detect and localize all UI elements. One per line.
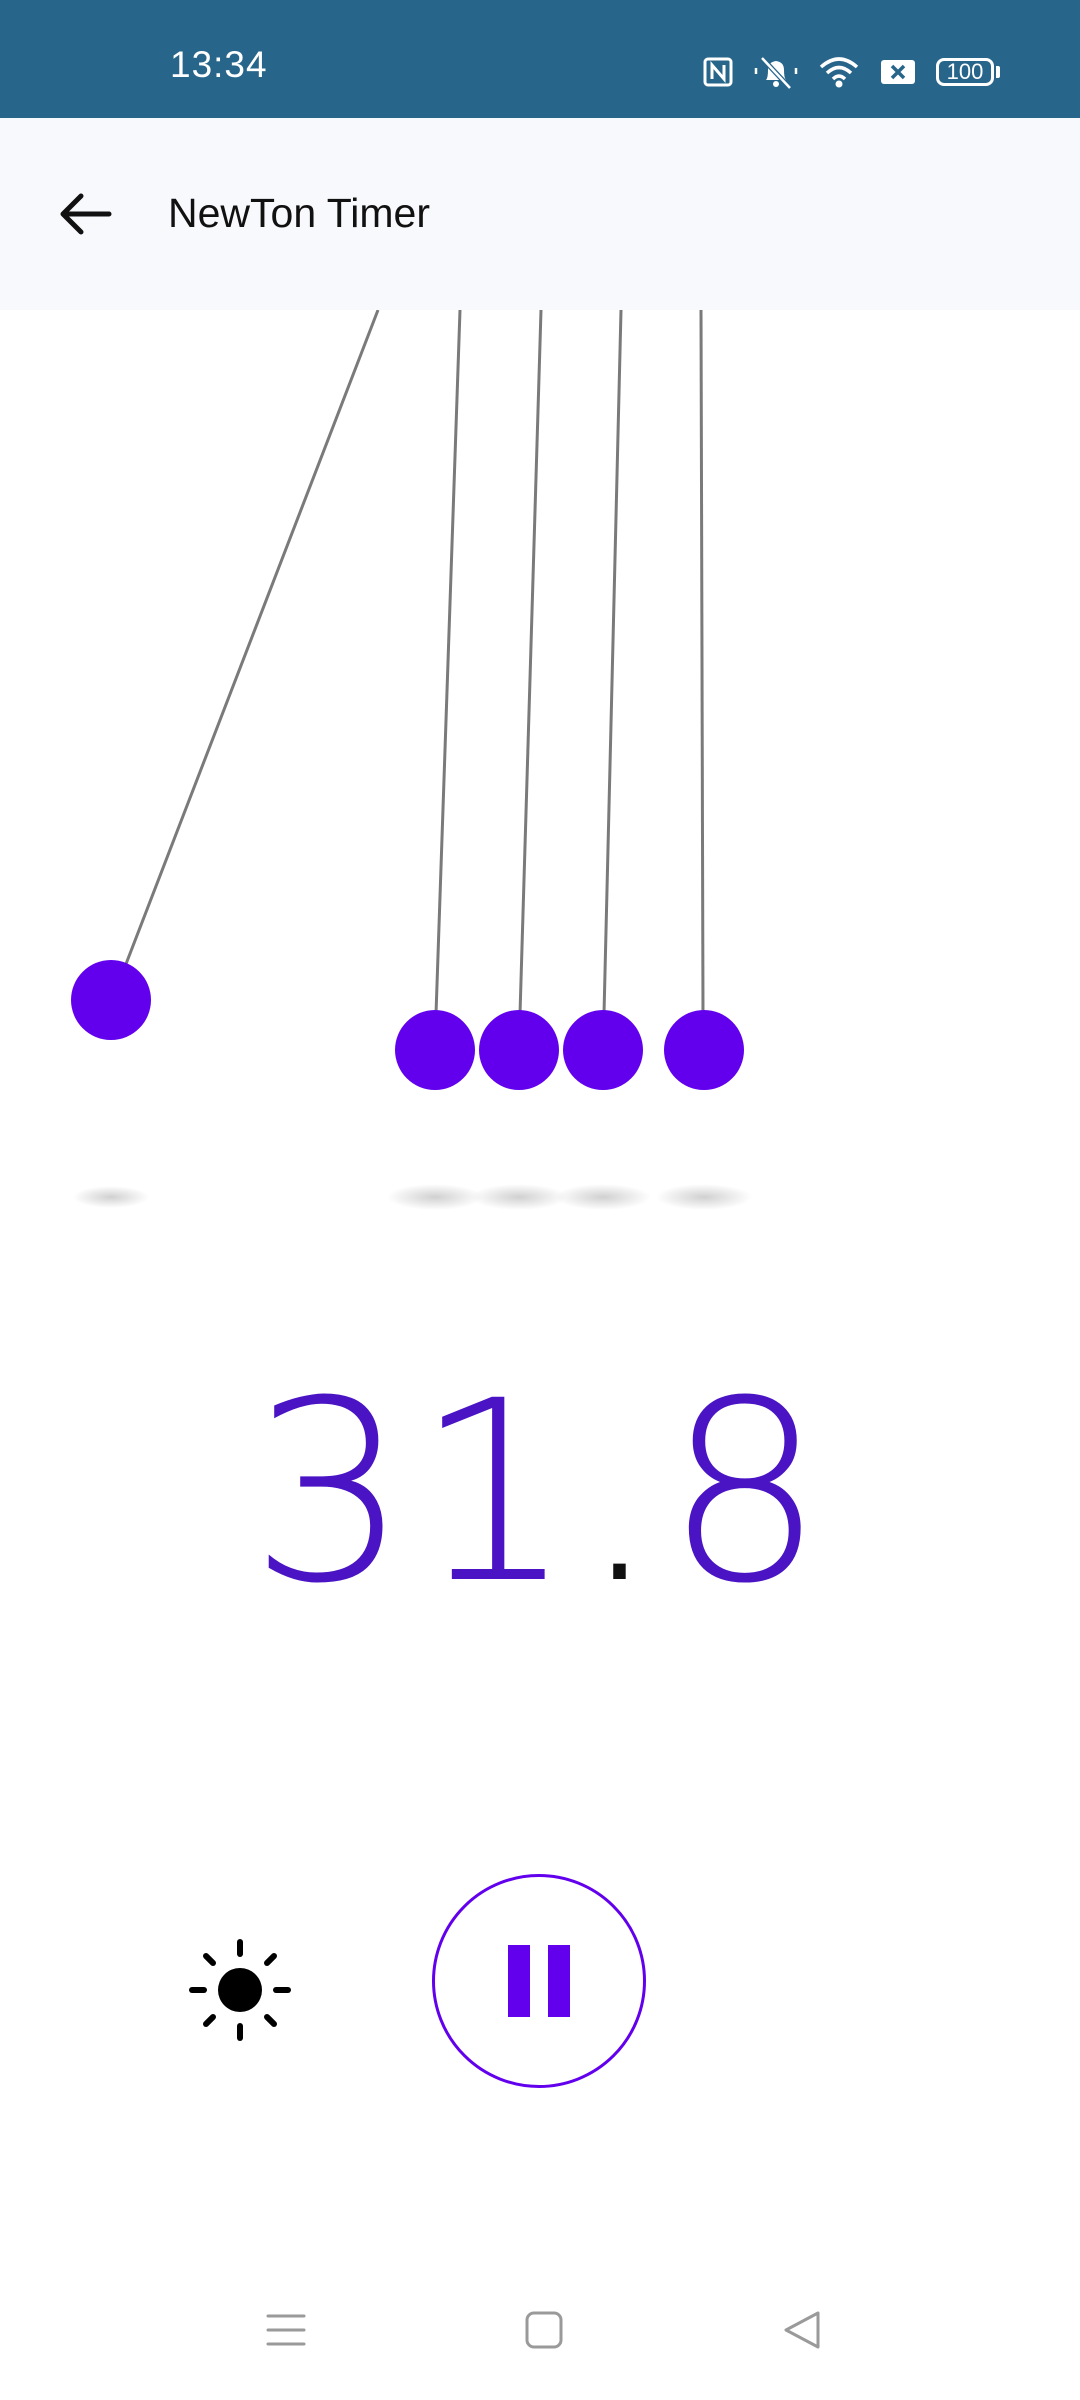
silent-bell-icon (754, 54, 798, 90)
back-button[interactable] (40, 174, 130, 254)
status-bar: 13:34 100 (0, 0, 1080, 118)
ball-shadow (387, 1184, 483, 1210)
battery-level: 100 (936, 58, 994, 86)
newtons-cradle (0, 309, 1080, 1260)
pendulum-string (124, 309, 380, 965)
pendulum-string (602, 309, 623, 1015)
pendulum-string (699, 309, 705, 1015)
timer-display: 31.8 (0, 1368, 1080, 1618)
nav-back-button[interactable] (762, 2300, 842, 2360)
pendulum-ball (664, 1010, 744, 1090)
app-bar: NewTon Timer (0, 118, 1080, 310)
home-square-icon (525, 2311, 563, 2349)
pendulum-string (518, 309, 543, 1015)
ball-shadow (471, 1184, 567, 1210)
back-triangle-icon (784, 2311, 820, 2349)
ball-shadow (656, 1184, 752, 1210)
battery-icon: 100 (936, 58, 1000, 86)
page-title: NewTon Timer (168, 190, 431, 236)
cradle-graphic (71, 309, 752, 1210)
sun-icon (189, 1939, 291, 2041)
status-time: 13:34 (170, 44, 268, 85)
ball-shadow (555, 1184, 651, 1210)
wifi-icon (818, 55, 860, 89)
brightness-button[interactable] (180, 1930, 300, 2050)
pause-button[interactable] (432, 1874, 646, 2088)
timer-tenths: 8 (665, 1347, 831, 1638)
timer-separator: . (579, 1347, 666, 1638)
pendulum-string (434, 309, 462, 1015)
nfc-icon (702, 56, 734, 88)
pendulum-ball (395, 1010, 475, 1090)
pendulum-ball (71, 960, 151, 1040)
status-icons: 100 (702, 50, 1000, 94)
pause-icon (508, 1945, 570, 2017)
home-button[interactable] (504, 2300, 584, 2360)
pendulum-ball (563, 1010, 643, 1090)
pendulum-ball (479, 1010, 559, 1090)
timer-seconds: 31 (249, 1347, 580, 1638)
ball-shadow (73, 1186, 149, 1208)
system-nav-bar (0, 2260, 1080, 2400)
sim-x-icon (880, 57, 916, 87)
recent-apps-button[interactable] (246, 2300, 326, 2360)
menu-icon (266, 2314, 306, 2346)
arrow-left-icon (60, 193, 112, 235)
